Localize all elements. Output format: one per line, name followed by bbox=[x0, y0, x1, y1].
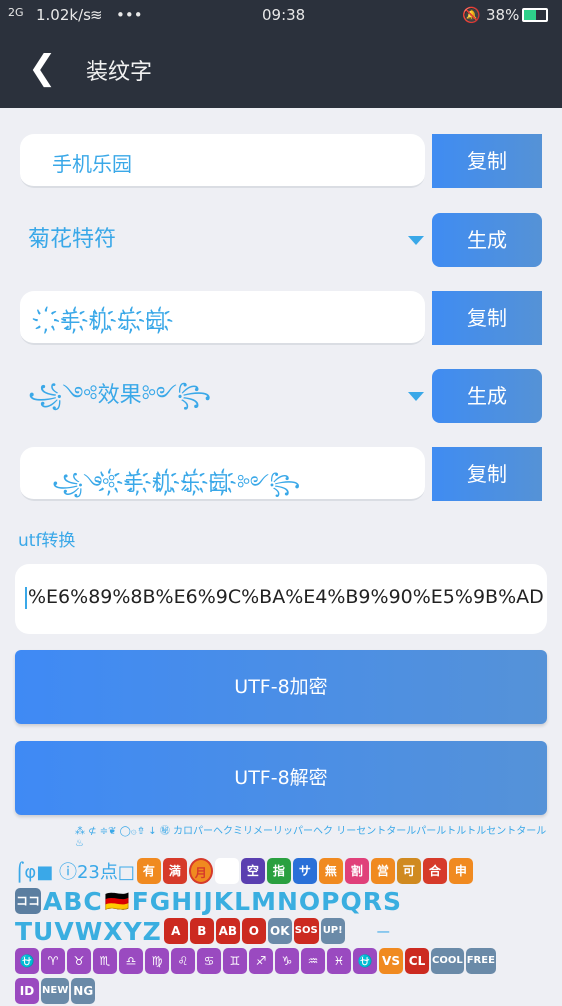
emoji-tag[interactable]: 申 bbox=[448, 858, 473, 884]
emoji-letters[interactable]: ABC bbox=[43, 887, 103, 916]
utf-label: utf转换 bbox=[18, 531, 76, 551]
emoji-tag[interactable]: ♉ bbox=[67, 948, 91, 974]
emoji-tag[interactable]: 空 bbox=[240, 858, 265, 884]
emoji-tag[interactable]: SOS bbox=[293, 918, 319, 944]
utf-input[interactable]: %E6%89%8B%E6%9C%BA%E4%B9%90%E5%9B%AD bbox=[15, 564, 547, 634]
utf8-encode-button[interactable]: UTF-8加密 bbox=[15, 650, 547, 724]
emoji-tag[interactable]: FREE bbox=[465, 948, 496, 974]
emoji-text[interactable]: ⌠φ■ ⓘ23点□ bbox=[15, 858, 135, 884]
emoji-tag[interactable]: AB bbox=[215, 918, 240, 944]
emoji-row[interactable]: ⁂ ⊄ ≑❦ ◯۞⇮ ↓ ㊙ カロパーヘクミリメーリッパーヘク リーセントタール… bbox=[15, 826, 550, 856]
emoji-tag[interactable]: 月 bbox=[188, 858, 213, 884]
style-select-1[interactable]: 菊花特符 bbox=[28, 213, 398, 267]
text-caret bbox=[25, 586, 27, 609]
emoji-tag[interactable]: VS bbox=[379, 948, 403, 974]
emoji-tag[interactable]: サ bbox=[292, 858, 317, 884]
emoji-row: ID NEW NG bbox=[15, 976, 550, 1006]
emoji-tag[interactable]: ココ bbox=[15, 888, 42, 914]
emoji-tag[interactable]: 有 bbox=[136, 858, 161, 884]
emoji-tag[interactable]: ♌ bbox=[171, 948, 195, 974]
emoji-tag[interactable]: ♑ bbox=[275, 948, 299, 974]
output-field-1[interactable]: ҉手҉机҉乐҉园҉ bbox=[20, 291, 425, 345]
emoji-row: ⛎ ♈ ♉ ♏ ♎ ♍ ♌ ♋ ♊ ♐ ♑ ♒ ♓ ⛎ VS CL COOL FREE bbox=[15, 946, 550, 976]
wifi-icon: ≋ bbox=[90, 6, 103, 24]
copy-button[interactable]: 复制 bbox=[432, 134, 542, 188]
signal-icon: 2G bbox=[8, 6, 24, 19]
emoji-tag[interactable]: ♏ bbox=[93, 948, 117, 974]
back-icon[interactable]: ❮ bbox=[28, 50, 57, 86]
emoji-tag[interactable]: ⛎ bbox=[15, 948, 39, 974]
emoji-letters[interactable]: TUVWXYZ bbox=[15, 917, 162, 946]
emoji-tag[interactable]: ♐ bbox=[249, 948, 273, 974]
emoji-tag[interactable]: UP! bbox=[320, 918, 345, 944]
emoji-tag[interactable]: ID bbox=[15, 978, 39, 1004]
emoji-tag[interactable]: 得 bbox=[214, 858, 239, 884]
page-title: 装纹字 bbox=[86, 60, 153, 85]
emoji-tag[interactable]: A bbox=[163, 918, 188, 944]
more-icon: ••• bbox=[116, 6, 143, 24]
emoji-tag[interactable]: ♓ bbox=[327, 948, 351, 974]
status-bar: 2G 1.02k/s ≋ ••• 09:38 🔕 38% bbox=[0, 0, 562, 32]
emoji-tag[interactable]: COOL bbox=[431, 948, 464, 974]
emoji-tag[interactable]: 無 bbox=[318, 858, 343, 884]
network-speed: 1.02k/s bbox=[36, 6, 91, 24]
emoji-row: ⌠φ■ ⓘ23点□ 有満月得空指サ無割営可合申 bbox=[15, 856, 550, 886]
flag-germany-icon[interactable]: 🇩🇪 bbox=[105, 889, 130, 913]
emoji-letters[interactable]: FGHIJKLMNOPQRS bbox=[132, 887, 402, 916]
emoji-tag[interactable]: ♎ bbox=[119, 948, 143, 974]
emoji-panel: ⁂ ⊄ ≑❦ ◯۞⇮ ↓ ㊙ カロパーヘクミリメーリッパーヘク リーセントタール… bbox=[15, 826, 550, 1006]
emoji-tag[interactable]: NG bbox=[71, 978, 96, 1004]
clock: 09:38 bbox=[262, 6, 306, 24]
copy-button[interactable]: 复制 bbox=[432, 447, 542, 501]
emoji-tag[interactable]: 可 bbox=[396, 858, 421, 884]
emoji-tag[interactable]: 割 bbox=[344, 858, 369, 884]
emoji-tag[interactable]: O bbox=[241, 918, 266, 944]
copy-button[interactable]: 复制 bbox=[432, 291, 542, 345]
emoji-row: ココ ABC 🇩🇪 FGHIJKLMNOPQRS bbox=[15, 886, 550, 916]
emoji-tag[interactable]: OK bbox=[267, 918, 292, 944]
emoji-row: TUVWXYZ A B AB O OK SOS UP! 一 bbox=[15, 916, 550, 946]
emoji-tag[interactable]: NEW bbox=[41, 978, 70, 1004]
emoji-tag[interactable]: 指 bbox=[266, 858, 291, 884]
app-bar: ❮ 装纹字 bbox=[0, 32, 562, 108]
emoji-tag[interactable]: ♈ bbox=[41, 948, 65, 974]
dash: 一 bbox=[376, 925, 390, 941]
emoji-tag[interactable]: ⛎ bbox=[353, 948, 377, 974]
emoji-tag[interactable]: ♋ bbox=[197, 948, 221, 974]
emoji-tag[interactable]: ♊ bbox=[223, 948, 247, 974]
emoji-tag[interactable]: 営 bbox=[370, 858, 395, 884]
generate-button[interactable]: 生成 bbox=[432, 369, 542, 423]
emoji-tag[interactable]: CL bbox=[405, 948, 429, 974]
dropdown-arrow-icon[interactable] bbox=[408, 236, 424, 245]
emoji-tag[interactable]: ♍ bbox=[145, 948, 169, 974]
style-select-2[interactable]: ꧁༺效果༻꧂ bbox=[28, 369, 398, 423]
battery-icon bbox=[522, 8, 548, 22]
battery-percent: 38% bbox=[486, 6, 520, 24]
utf8-decode-button[interactable]: UTF-8解密 bbox=[15, 741, 547, 815]
utf-value: %E6%89%8B%E6%9C%BA%E4%B9%90%E5%9B%AD bbox=[28, 586, 544, 608]
text-input[interactable]: 手机乐园 bbox=[20, 134, 425, 188]
emoji-tag[interactable]: 合 bbox=[422, 858, 447, 884]
emoji-tag[interactable]: ♒ bbox=[301, 948, 325, 974]
dropdown-arrow-icon[interactable] bbox=[408, 392, 424, 401]
mute-icon: 🔕 bbox=[462, 6, 481, 24]
generate-button[interactable]: 生成 bbox=[432, 213, 542, 267]
emoji-tag[interactable]: 満 bbox=[162, 858, 187, 884]
output-field-2[interactable]: ꧁༺҉手҉机҉乐҉园҉༻꧂ bbox=[20, 447, 425, 501]
emoji-tag[interactable]: B bbox=[189, 918, 214, 944]
